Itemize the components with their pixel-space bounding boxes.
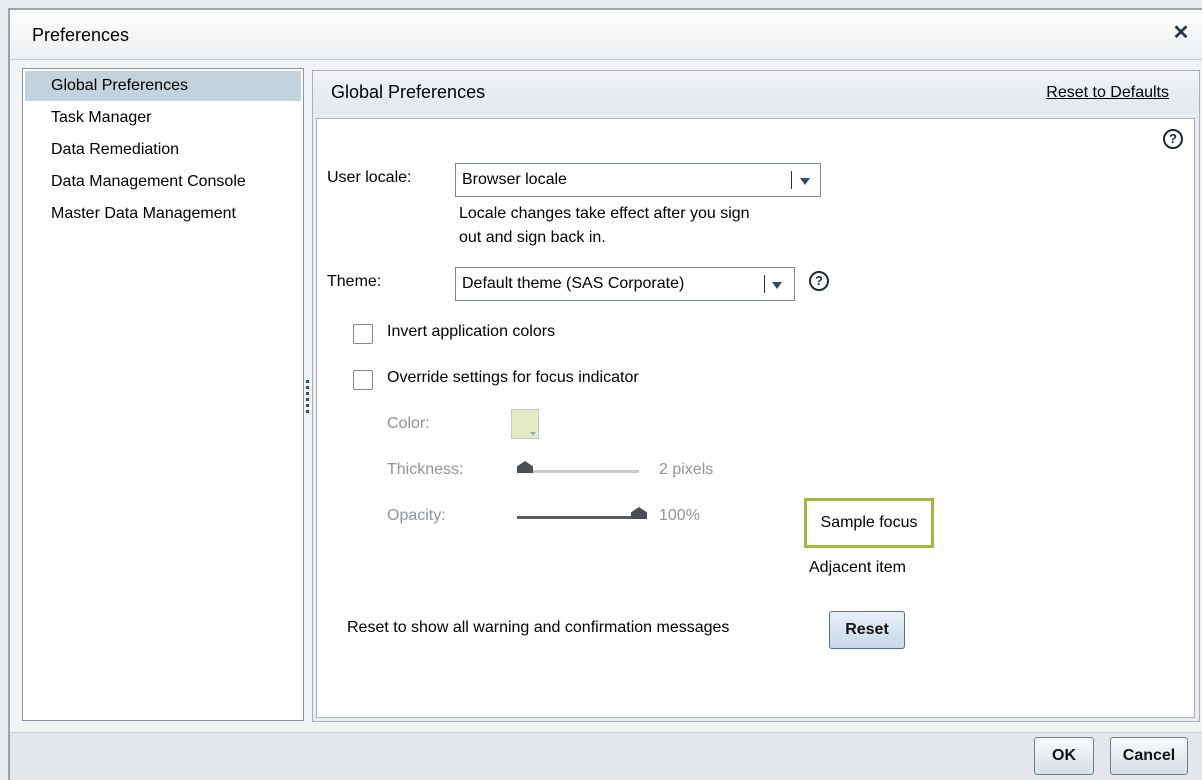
override-focus-label: Override settings for focus indicator <box>387 369 639 386</box>
color-label: Color: <box>387 415 430 432</box>
opacity-label: Opacity: <box>387 507 446 524</box>
nav-item-label: Data Remediation <box>51 141 180 158</box>
nav-item-label: Task Manager <box>51 109 152 126</box>
preferences-dialog: Preferences ✕ Global Preferences Task Ma… <box>8 8 1202 780</box>
theme-value: Default theme (SAS Corporate) <box>462 275 685 292</box>
chevron-down-icon <box>772 282 782 289</box>
content-panel: Global Preferences Reset to Defaults ? U… <box>312 70 1200 722</box>
chevron-down-icon <box>800 178 810 185</box>
thickness-slider-track[interactable] <box>517 470 639 473</box>
reset-to-defaults-link[interactable]: Reset to Defaults <box>1046 84 1169 102</box>
thickness-value: 2 pixels <box>659 461 714 478</box>
invert-colors-label: Invert application colors <box>387 323 556 340</box>
nav-item-label: Data Management Console <box>51 173 246 190</box>
theme-help-icon[interactable]: ? <box>809 271 829 291</box>
nav-item-task-manager[interactable]: Task Manager <box>25 103 301 133</box>
reset-messages-label: Reset to show all warning and confirmati… <box>347 619 730 636</box>
invert-colors-checkbox[interactable] <box>353 324 373 344</box>
override-focus-checkbox[interactable] <box>353 370 373 390</box>
help-icon[interactable]: ? <box>1163 129 1183 149</box>
user-locale-value: Browser locale <box>462 171 567 188</box>
locale-note-line1: Locale changes take effect after you sig… <box>459 205 750 222</box>
opacity-slider-track[interactable] <box>517 516 639 519</box>
dialog-titlebar[interactable]: Preferences ✕ <box>10 10 1202 60</box>
opacity-value: 100% <box>659 507 700 524</box>
close-icon[interactable]: ✕ <box>1170 22 1192 44</box>
panel-splitter-handle[interactable] <box>306 380 310 420</box>
dialog-title: Preferences <box>32 25 130 45</box>
content-header: Global Preferences Reset to Defaults <box>313 71 1199 113</box>
nav-item-data-remediation[interactable]: Data Remediation <box>25 135 301 165</box>
content-title: Global Preferences <box>331 82 486 102</box>
reset-messages-button[interactable]: Reset <box>829 611 905 649</box>
sample-focus-label: Sample focus <box>820 514 918 531</box>
thickness-label: Thickness: <box>387 461 464 478</box>
nav-item-global-preferences[interactable]: Global Preferences <box>25 71 301 101</box>
nav-item-label: Master Data Management <box>51 205 236 222</box>
cancel-button[interactable]: Cancel <box>1110 737 1188 775</box>
nav-item-label: Global Preferences <box>51 77 188 94</box>
locale-note-line2: out and sign back in. <box>459 229 606 246</box>
opacity-slider-thumb[interactable] <box>631 507 647 519</box>
theme-label: Theme: <box>327 273 382 290</box>
dialog-footer: OK Cancel <box>10 732 1202 780</box>
user-locale-select[interactable]: Browser locale <box>455 163 821 197</box>
nav-item-data-management-console[interactable]: Data Management Console <box>25 167 301 197</box>
adjacent-item-label: Adjacent item <box>809 559 906 576</box>
sample-focus-preview: Sample focus <box>804 498 934 548</box>
user-locale-label: User locale: <box>327 169 412 186</box>
dialog-body: Global Preferences Task Manager Data Rem… <box>10 60 1202 732</box>
settings-form: ? User locale: Browser locale Locale cha… <box>316 118 1195 718</box>
thickness-slider-thumb[interactable] <box>517 461 533 473</box>
nav-item-master-data-management[interactable]: Master Data Management <box>25 199 301 229</box>
theme-select[interactable]: Default theme (SAS Corporate) <box>455 267 795 301</box>
focus-color-picker[interactable] <box>511 409 539 439</box>
ok-button[interactable]: OK <box>1034 737 1094 775</box>
preferences-nav: Global Preferences Task Manager Data Rem… <box>22 68 304 721</box>
